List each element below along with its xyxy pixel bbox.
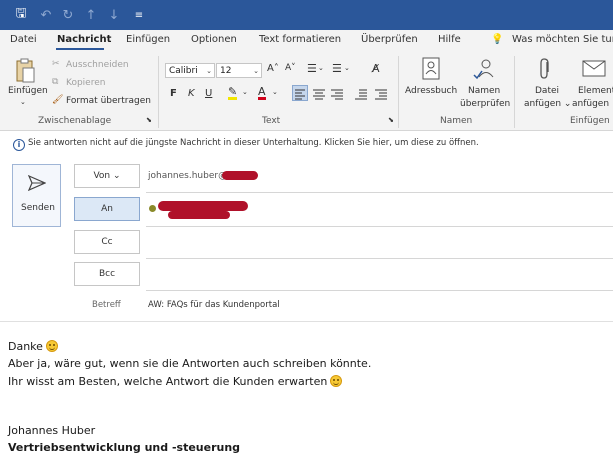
send-label: Senden bbox=[21, 203, 55, 213]
align-right-icon[interactable] bbox=[330, 86, 344, 100]
lightbulb-icon: 💡 bbox=[491, 34, 504, 45]
up-arrow-icon[interactable]: ↑ bbox=[84, 6, 98, 24]
save-icon[interactable]: 🖫 bbox=[12, 6, 30, 24]
cut-button[interactable]: Ausschneiden bbox=[66, 60, 129, 70]
clear-format-icon[interactable]: A̸ bbox=[372, 62, 380, 75]
bullets-dropdown-icon[interactable]: ⌄ bbox=[318, 64, 324, 72]
tab-datei[interactable]: Datei bbox=[10, 34, 37, 45]
attach-file-label[interactable]: Datei bbox=[535, 86, 559, 96]
increase-indent-icon[interactable] bbox=[374, 86, 388, 100]
tab-nachricht[interactable]: Nachricht bbox=[57, 34, 111, 45]
text-launcher-icon[interactable]: ⬊ bbox=[388, 116, 394, 124]
font-color-icon[interactable]: A bbox=[258, 86, 266, 100]
clipboard-launcher-icon[interactable]: ⬊ bbox=[146, 116, 152, 124]
tab-optionen[interactable]: Optionen bbox=[191, 34, 237, 45]
font-name-combo[interactable]: Calibri ⌄ bbox=[165, 63, 215, 78]
info-bar-text[interactable]: Sie antworten nicht auf die jüngste Nach… bbox=[28, 138, 479, 148]
ribbon-separator bbox=[398, 56, 399, 128]
check-names-label[interactable]: Namen bbox=[468, 86, 500, 96]
ribbon-separator bbox=[158, 56, 159, 128]
from-button[interactable]: Von ⌄ bbox=[74, 164, 140, 188]
cut-icon[interactable]: ✂ bbox=[52, 59, 60, 69]
info-icon: i bbox=[13, 139, 25, 151]
address-book-button[interactable]: Adressbuch bbox=[405, 86, 457, 96]
smiley-emoji-icon bbox=[45, 340, 58, 352]
grow-font-icon[interactable]: A˄ bbox=[267, 63, 279, 74]
header-body-divider bbox=[0, 321, 613, 322]
chevron-down-icon: ⌄ bbox=[113, 171, 121, 181]
redaction-mark bbox=[222, 171, 258, 180]
copy-icon[interactable]: ⧉ bbox=[52, 77, 58, 87]
subject-input[interactable]: AW: FAQs für das Kundenportal bbox=[148, 300, 280, 310]
group-label-names: Namen bbox=[440, 116, 473, 126]
copy-button[interactable]: Kopieren bbox=[66, 78, 105, 88]
field-separator bbox=[146, 290, 613, 291]
bold-button[interactable]: F bbox=[170, 88, 177, 99]
check-names-label-2[interactable]: überprüfen bbox=[460, 99, 510, 109]
paperclip-icon[interactable] bbox=[538, 57, 552, 81]
check-names-icon[interactable] bbox=[472, 57, 496, 81]
bcc-button[interactable]: Bcc bbox=[74, 262, 140, 286]
send-icon bbox=[28, 175, 46, 191]
tab-hilfe[interactable]: Hilfe bbox=[438, 34, 461, 45]
cc-input[interactable] bbox=[148, 230, 613, 254]
active-tab-indicator bbox=[56, 48, 104, 50]
format-painter-icon[interactable]: 🖌 bbox=[52, 95, 63, 105]
align-left-icon[interactable] bbox=[292, 85, 308, 101]
group-label-include: Einfügen bbox=[570, 116, 610, 126]
numbering-dropdown-icon[interactable]: ⌄ bbox=[344, 64, 350, 72]
font-size-combo[interactable]: 12 ⌄ bbox=[216, 63, 262, 78]
shrink-font-icon[interactable]: A˅ bbox=[285, 63, 296, 73]
body-line-2[interactable]: Aber ja, wäre gut, wenn sie die Antworte… bbox=[8, 357, 371, 370]
customize-qat-icon[interactable]: ≡ bbox=[133, 6, 145, 24]
align-center-icon[interactable] bbox=[312, 86, 326, 100]
body-line-thanks[interactable]: Danke bbox=[8, 340, 58, 353]
paste-button-label[interactable]: Einfügen bbox=[8, 86, 48, 96]
attach-item-label-2[interactable]: anfügen ⌄ bbox=[572, 99, 613, 109]
font-color-dropdown-icon[interactable]: ⌄ bbox=[272, 88, 278, 96]
group-label-clipboard: Zwischenablage bbox=[38, 116, 112, 126]
address-book-icon[interactable] bbox=[421, 57, 441, 81]
attach-file-label-2[interactable]: anfügen ⌄ bbox=[524, 99, 571, 109]
italic-button[interactable]: K bbox=[188, 88, 195, 99]
presence-icon bbox=[149, 205, 156, 212]
tab-einfuegen[interactable]: Einfügen bbox=[126, 34, 170, 45]
highlight-dropdown-icon[interactable]: ⌄ bbox=[242, 88, 248, 96]
down-arrow-icon[interactable]: ↓ bbox=[107, 6, 121, 24]
send-button[interactable]: Senden bbox=[12, 164, 61, 227]
from-value[interactable]: johannes.huber@ bbox=[148, 171, 227, 181]
decrease-indent-icon[interactable] bbox=[354, 86, 368, 100]
signature-name[interactable]: Johannes Huber bbox=[8, 424, 95, 437]
paste-dropdown-icon[interactable]: ⌄ bbox=[20, 98, 26, 106]
cc-button[interactable]: Cc bbox=[74, 230, 140, 254]
bullets-icon[interactable]: ☰ bbox=[307, 62, 317, 75]
underline-button[interactable]: U bbox=[205, 88, 212, 99]
redaction-mark bbox=[158, 201, 248, 211]
attach-item-label[interactable]: Element bbox=[578, 86, 613, 96]
tab-ueberpruefen[interactable]: Überprüfen bbox=[361, 34, 418, 45]
highlight-icon[interactable]: ✎ bbox=[228, 86, 238, 100]
group-label-text: Text bbox=[262, 116, 281, 126]
field-separator bbox=[146, 226, 613, 227]
undo-icon[interactable]: ↶ bbox=[38, 6, 54, 24]
body-line-3[interactable]: Ihr wisst am Besten, welche Antwort die … bbox=[8, 375, 343, 388]
signature-title[interactable]: Vertriebsentwicklung und -steuerung bbox=[8, 441, 240, 454]
format-painter-button[interactable]: Format übertragen bbox=[66, 96, 151, 106]
tab-text-formatieren[interactable]: Text formatieren bbox=[259, 34, 341, 45]
field-separator bbox=[146, 258, 613, 259]
numbering-icon[interactable]: ☰ bbox=[332, 62, 342, 75]
tell-me-box[interactable]: Was möchten Sie tun? bbox=[512, 34, 613, 45]
attach-item-icon[interactable] bbox=[581, 57, 607, 79]
redaction-mark bbox=[168, 211, 230, 219]
subject-label: Betreff bbox=[92, 300, 121, 310]
redo-icon[interactable]: ↻ bbox=[60, 6, 76, 24]
paste-icon[interactable] bbox=[14, 58, 36, 84]
field-separator bbox=[146, 192, 613, 193]
smiley-emoji-icon bbox=[330, 375, 343, 387]
bcc-input[interactable] bbox=[148, 262, 613, 286]
to-button[interactable]: An bbox=[74, 197, 140, 221]
ribbon-separator bbox=[514, 56, 515, 128]
